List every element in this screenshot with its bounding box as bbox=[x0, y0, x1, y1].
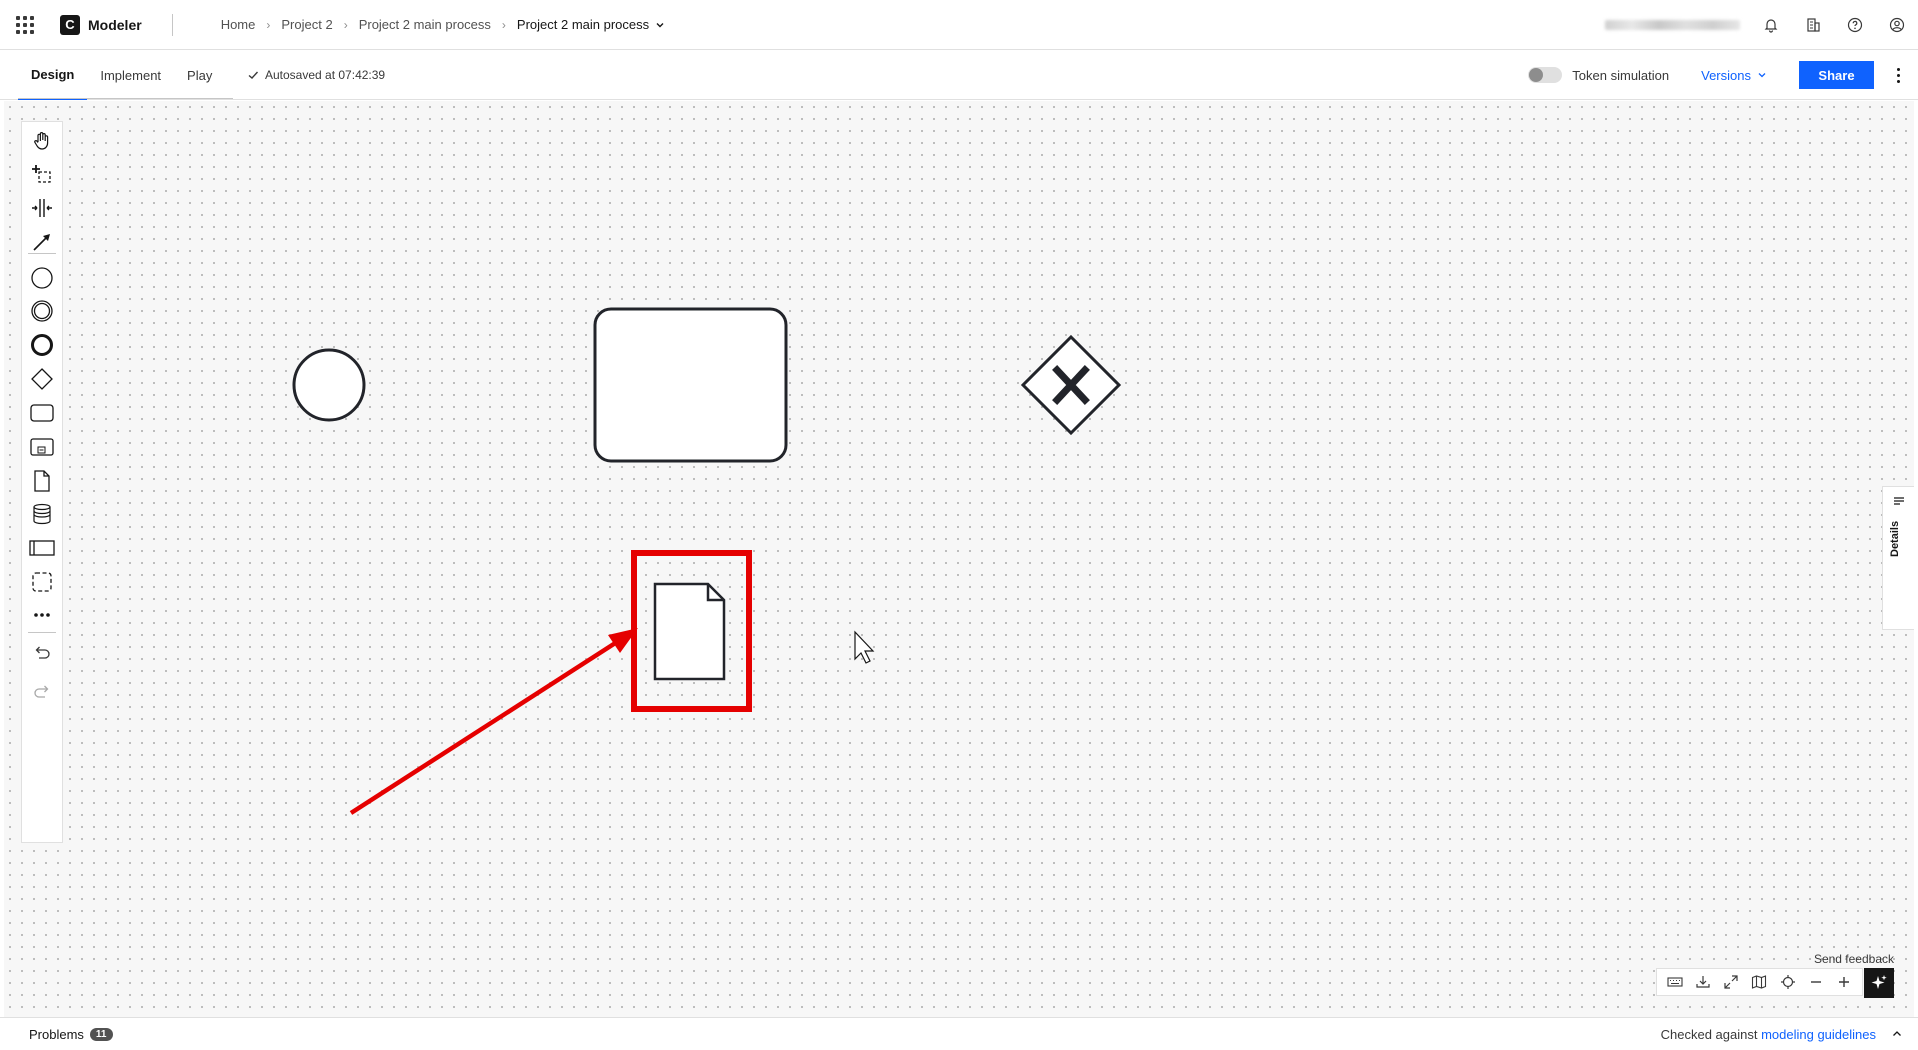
notification-bell-icon[interactable] bbox=[1760, 14, 1782, 36]
bpmn-canvas[interactable] bbox=[4, 101, 1914, 1017]
top-bar-actions bbox=[1605, 0, 1908, 50]
send-feedback-link[interactable]: Send feedback bbox=[1814, 952, 1894, 966]
breadcrumb-separator-icon: › bbox=[266, 17, 271, 32]
share-button[interactable]: Share bbox=[1799, 61, 1874, 89]
breadcrumb-separator-icon: › bbox=[343, 17, 348, 32]
breadcrumb-home[interactable]: Home bbox=[221, 17, 256, 32]
tab-implement[interactable]: Implement bbox=[87, 50, 174, 100]
autosave-text: Autosaved at 07:42:39 bbox=[265, 68, 386, 82]
more-icon[interactable] bbox=[22, 597, 62, 633]
top-bar: C Modeler Home › Project 2 › Project 2 m… bbox=[0, 0, 1918, 50]
versions-dropdown[interactable]: Versions bbox=[1701, 68, 1767, 83]
start-event-shape[interactable] bbox=[292, 348, 366, 422]
breadcrumb-separator-icon: › bbox=[501, 17, 506, 32]
toggle-knob bbox=[1529, 68, 1544, 82]
chevron-down-icon bbox=[656, 22, 664, 27]
redo-icon[interactable] bbox=[22, 676, 62, 712]
minimap-icon[interactable] bbox=[1748, 971, 1770, 993]
chevron-down-icon bbox=[1758, 73, 1766, 78]
autosave-status: Autosaved at 07:42:39 bbox=[247, 50, 385, 100]
app-name: Modeler bbox=[88, 16, 142, 33]
data-store-icon[interactable] bbox=[22, 496, 62, 532]
breadcrumb-current-file[interactable]: Project 2 main process bbox=[517, 17, 665, 32]
lasso-tool-icon[interactable] bbox=[22, 156, 62, 192]
canvas-controls bbox=[1656, 968, 1863, 996]
problems-toggle[interactable]: Problems 11 bbox=[29, 1027, 113, 1042]
user-avatar-icon[interactable] bbox=[1886, 14, 1908, 36]
details-label: Details bbox=[1889, 520, 1901, 557]
versions-label: Versions bbox=[1701, 67, 1751, 83]
breadcrumb-process[interactable]: Project 2 main process bbox=[359, 17, 491, 32]
end-event-icon[interactable] bbox=[22, 327, 62, 363]
fullscreen-icon[interactable] bbox=[1720, 971, 1742, 993]
intermediate-event-icon[interactable] bbox=[22, 293, 62, 329]
task-icon[interactable] bbox=[22, 395, 62, 431]
group-icon[interactable] bbox=[22, 564, 62, 600]
chevron-up-icon[interactable] bbox=[1890, 1027, 1904, 1041]
hand-tool-icon[interactable] bbox=[22, 123, 62, 159]
modeling-guidelines-link[interactable]: modeling guidelines bbox=[1761, 1027, 1876, 1042]
checkmark-icon bbox=[248, 71, 259, 79]
guidelines-status: Checked against modeling guidelines bbox=[1661, 1027, 1876, 1042]
divider bbox=[171, 13, 173, 36]
gateway-icon[interactable] bbox=[22, 361, 62, 397]
connect-tool-icon[interactable] bbox=[22, 224, 62, 260]
overflow-menu-icon[interactable] bbox=[1888, 67, 1908, 83]
breadcrumb: Home › Project 2 › Project 2 main proces… bbox=[221, 17, 665, 32]
problems-count-badge: 11 bbox=[89, 1027, 113, 1041]
data-object-icon[interactable] bbox=[22, 463, 62, 499]
mode-tabs: Design Implement Play bbox=[18, 50, 225, 100]
subprocess-icon[interactable] bbox=[22, 429, 62, 465]
breadcrumb-project[interactable]: Project 2 bbox=[281, 17, 332, 32]
palette-separator bbox=[28, 253, 56, 254]
keyboard-icon[interactable] bbox=[1664, 971, 1686, 993]
user-name-redacted[interactable] bbox=[1605, 20, 1740, 30]
tab-design[interactable]: Design bbox=[18, 50, 88, 100]
recenter-icon[interactable] bbox=[1777, 971, 1799, 993]
pool-icon[interactable] bbox=[22, 530, 62, 566]
zoom-in-icon[interactable] bbox=[1833, 971, 1855, 993]
breadcrumb-current-label: Project 2 main process bbox=[516, 17, 650, 32]
tabs-underline bbox=[18, 98, 233, 99]
menu-lines-icon bbox=[1894, 497, 1904, 505]
undo-icon[interactable] bbox=[22, 637, 62, 673]
mode-bar: Design Implement Play Autosaved at 07:42… bbox=[0, 50, 1918, 100]
palette-separator bbox=[28, 632, 56, 633]
tab-play[interactable]: Play bbox=[174, 50, 225, 100]
token-simulation-label: Token simulation bbox=[1572, 67, 1670, 83]
start-event-icon[interactable] bbox=[22, 260, 62, 296]
problems-label: Problems bbox=[29, 1026, 84, 1042]
token-simulation-toggle[interactable] bbox=[1528, 67, 1563, 83]
details-panel-toggle[interactable]: Details bbox=[1882, 486, 1914, 630]
zoom-out-icon[interactable] bbox=[1805, 971, 1827, 993]
camunda-logo-icon: C bbox=[60, 14, 80, 35]
help-icon[interactable] bbox=[1844, 14, 1866, 36]
space-tool-icon[interactable] bbox=[22, 190, 62, 226]
mode-bar-actions: Token simulation Versions Share bbox=[1528, 50, 1918, 100]
app-switcher-icon[interactable] bbox=[0, 0, 50, 50]
organization-icon[interactable] bbox=[1802, 14, 1824, 36]
ai-assistant-sparkle-icon[interactable] bbox=[1864, 968, 1894, 998]
download-icon[interactable] bbox=[1692, 971, 1714, 993]
data-object-shape[interactable] bbox=[653, 582, 726, 681]
guidelines-prefix: Checked against bbox=[1660, 1026, 1762, 1042]
tool-palette bbox=[21, 121, 63, 843]
status-bar: Problems 11 Checked against modeling gui… bbox=[0, 1017, 1918, 1050]
brand[interactable]: C Modeler bbox=[60, 14, 142, 35]
task-shape[interactable] bbox=[593, 307, 788, 463]
